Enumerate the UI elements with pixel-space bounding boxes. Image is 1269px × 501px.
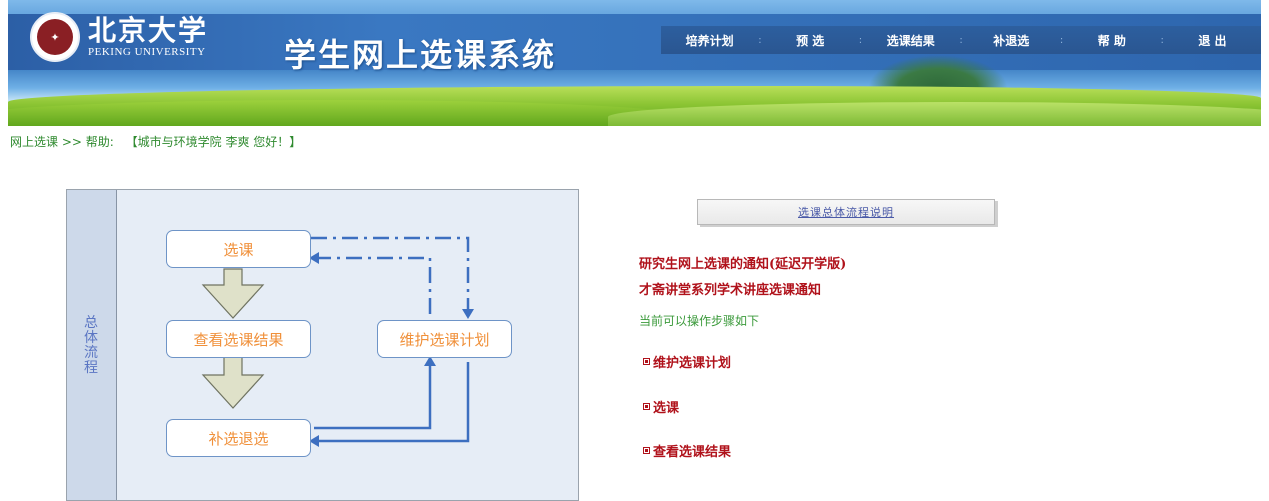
top-nav: 培养计划 : 预 选 : 选课结果 : 补退选 : 帮 助 : 退 出 <box>661 26 1261 54</box>
nav-item-results[interactable]: 选课结果 <box>862 32 959 49</box>
user-greeting: 【城市与环境学院 李爽 您好！】 <box>125 135 302 149</box>
down-arrow-icon <box>201 355 265 409</box>
step-link-view-results[interactable]: 查看选课结果 <box>643 441 731 460</box>
flow-line <box>314 362 432 430</box>
university-name-cn: 北京大学 <box>88 14 209 47</box>
step-link-select[interactable]: 选课 <box>643 397 679 416</box>
nav-item-help[interactable]: 帮 助 <box>1063 32 1160 49</box>
nav-item-preselect[interactable]: 预 选 <box>762 32 859 49</box>
breadcrumb-separator: >> <box>61 135 82 149</box>
university-name: 北京大学 PEKING UNIVERSITY <box>88 14 209 59</box>
header-banner: ✦ 北京大学 PEKING UNIVERSITY 学生网上选课系统 培养计划 :… <box>8 0 1261 126</box>
flow-box-maintain-plan[interactable]: 维护选课计划 <box>377 320 512 358</box>
step-label: 选课 <box>653 401 680 416</box>
bullet-icon <box>643 403 650 410</box>
breadcrumb-root-link[interactable]: 网上选课 <box>10 135 58 149</box>
step-link-maintain-plan[interactable]: 维护选课计划 <box>643 352 731 371</box>
flow-box-add-drop[interactable]: 补选退选 <box>166 419 311 457</box>
university-seal-icon: ✦ <box>30 12 80 62</box>
flow-line-dashed <box>313 256 432 314</box>
university-name-en: PEKING UNIVERSITY <box>88 46 206 58</box>
flow-diagram: 总体流程 选课 查看选课结果 补选退选 维护选课计划 <box>66 189 579 501</box>
nav-item-training-plan[interactable]: 培养计划 <box>661 32 758 49</box>
nav-item-logout[interactable]: 退 出 <box>1164 32 1261 49</box>
notice-link-grad-selection[interactable]: 研究生网上选课的通知(延迟开学版) <box>639 253 846 272</box>
down-arrow-small-icon <box>462 309 474 319</box>
notice-link-lecture-selection[interactable]: 才斋讲堂系列学术讲座选课通知 <box>639 279 821 298</box>
nav-item-add-drop[interactable]: 补退选 <box>963 32 1060 49</box>
down-arrow-icon <box>201 268 265 319</box>
step-label: 维护选课计划 <box>653 356 732 371</box>
steps-title: 当前可以操作步骤如下 <box>639 314 760 328</box>
step-label: 查看选课结果 <box>653 445 732 460</box>
university-logo: ✦ 北京大学 PEKING UNIVERSITY <box>30 12 208 62</box>
flow-line-dashed <box>311 236 470 314</box>
grass-decoration-right <box>608 102 1261 126</box>
flow-description-label: 选课总体流程说明 <box>798 206 894 219</box>
bullet-icon <box>643 447 650 454</box>
system-title: 学生网上选课系统 <box>284 36 557 74</box>
breadcrumb: 网上选课 >> 帮助: 【城市与环境学院 李爽 您好！】 <box>10 133 301 150</box>
bullet-icon <box>643 358 650 365</box>
flow-description-button[interactable]: 选课总体流程说明 <box>697 199 995 225</box>
breadcrumb-current: 帮助: <box>85 135 114 149</box>
flow-box-view-results[interactable]: 查看选课结果 <box>166 320 311 358</box>
flow-box-select[interactable]: 选课 <box>166 230 311 268</box>
